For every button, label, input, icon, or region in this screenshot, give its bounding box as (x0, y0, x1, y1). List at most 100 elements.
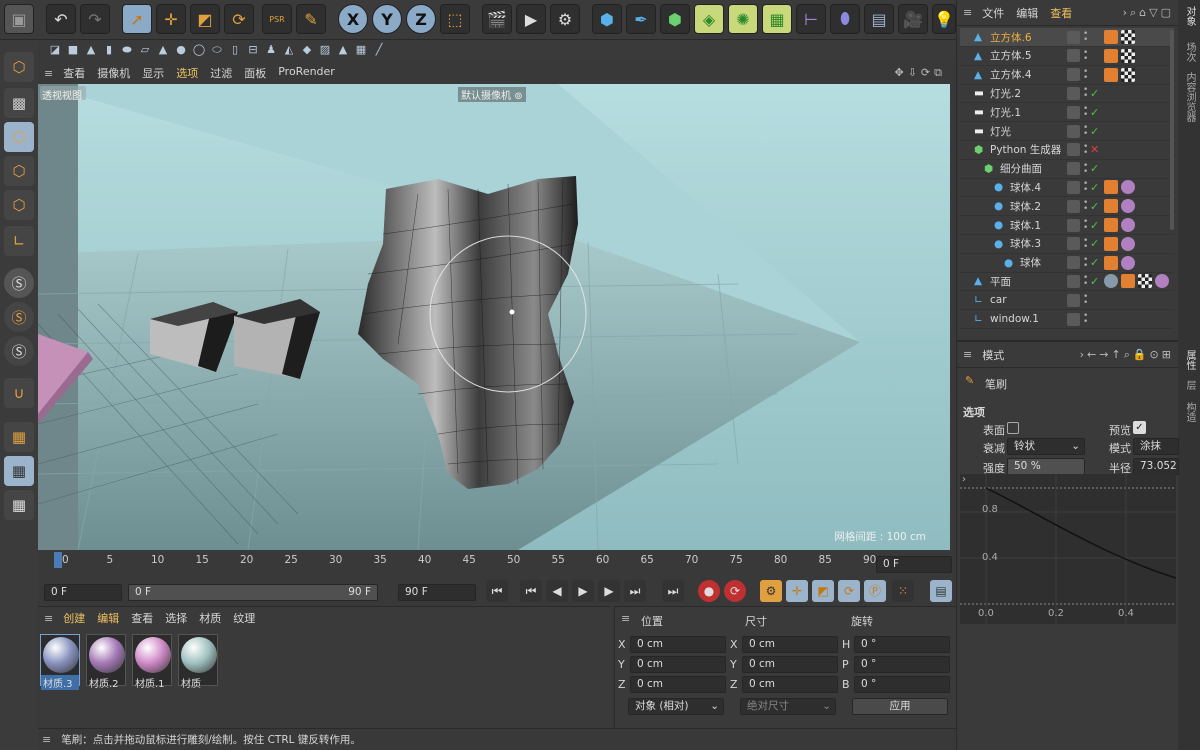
material-menu-toggle-icon[interactable]: ≡ (44, 612, 53, 625)
visibility-dots[interactable]: • • (1083, 30, 1088, 45)
material-menu-item[interactable]: 查看 (131, 610, 153, 626)
visibility-dots[interactable]: • • (1083, 274, 1088, 289)
size-field[interactable]: 0 cm (742, 636, 838, 653)
edges-mode-button[interactable]: ⬡ (4, 190, 34, 220)
bezier-small-icon[interactable]: ▨ (318, 43, 332, 57)
layer-toggle[interactable] (1067, 274, 1080, 288)
camera-button[interactable]: 🎥 (898, 4, 928, 34)
tab-content-browser[interactable]: 内容浏览器 (1182, 72, 1197, 122)
visibility-dots[interactable]: • • (1083, 161, 1088, 176)
position-field[interactable]: 0 cm (630, 636, 726, 653)
object-row[interactable]: ● 球体.3 • • ✓ (960, 235, 1174, 254)
enabled-icon[interactable]: ✓ (1090, 162, 1099, 175)
axis-mode-button[interactable]: ∟ (4, 226, 34, 256)
object-row[interactable]: ∟ window.1 • • (960, 310, 1174, 329)
object-row[interactable]: ● 球体.4 • • ✓ (960, 178, 1174, 198)
enabled-icon[interactable]: ✓ (1090, 237, 1099, 250)
status-menu-icon[interactable]: ≡ (42, 733, 51, 746)
object-row[interactable]: ● 球体 • • ✓ (960, 254, 1174, 273)
material-swatch[interactable]: 材质.3 (40, 634, 80, 690)
capsule-small-icon[interactable]: ⬭ (210, 43, 224, 57)
layer-toggle[interactable] (1067, 256, 1080, 270)
falloff-graph[interactable]: 0.8 0.4 0.0 0.2 0.4 › (960, 474, 1177, 624)
om-tool-icons[interactable]: ›⌕⌂▽▢ (1123, 6, 1174, 20)
z-axis-button[interactable]: Z (406, 4, 436, 34)
plane-small-icon[interactable]: ▱ (138, 43, 152, 57)
current-frame-field[interactable]: 0 F (876, 556, 952, 573)
visibility-dots[interactable]: • • (1083, 236, 1088, 251)
start-frame-field[interactable]: 0 F (44, 584, 122, 601)
object-tag-icon[interactable] (1121, 180, 1135, 195)
coord-mode-select[interactable]: 对象 (相对) ⌄ (628, 698, 724, 715)
visibility-dots[interactable]: • • (1083, 218, 1088, 233)
tube-small-icon[interactable]: ▯ (228, 43, 242, 57)
keyframe-selection-button[interactable]: ⚙ (760, 580, 782, 602)
tab-structure[interactable]: 构造 (1182, 402, 1197, 422)
auto-key-button[interactable]: ⟳ (724, 580, 746, 602)
surface-checkbox[interactable] (1007, 422, 1019, 434)
visibility-dots[interactable]: • • (1083, 67, 1088, 82)
lock-workplane-button[interactable]: ▦ (4, 456, 34, 486)
size-mode-select[interactable]: 绝对尺寸 ⌄ (740, 698, 836, 715)
deformer-button[interactable]: ⊢ (796, 4, 826, 34)
move-tool-button[interactable]: ✛ (156, 4, 186, 34)
subdivision-button[interactable]: ◈ (694, 4, 724, 34)
visibility-dots[interactable]: • • (1083, 312, 1088, 327)
object-tag-icon[interactable] (1155, 274, 1169, 289)
object-tag-icon[interactable] (1121, 274, 1135, 289)
object-row[interactable]: ▬ 灯光.2 • • ✓ (960, 84, 1174, 104)
object-tag-icon[interactable] (1121, 218, 1135, 232)
attr-mode-menu[interactable]: 模式 (982, 347, 1004, 363)
preview-checkbox[interactable]: ✓ (1133, 421, 1146, 434)
object-row[interactable]: ▲ 立方体.5 • • (960, 47, 1174, 66)
y-axis-button[interactable]: Y (372, 4, 402, 34)
oil-tank-small-icon[interactable]: ⊟ (246, 43, 260, 57)
go-start-button[interactable]: ⏮ (486, 580, 508, 602)
object-row[interactable]: ● 球体.1 • • ✓ (960, 216, 1174, 235)
object-tag-icon[interactable] (1121, 199, 1135, 214)
sphere-small-icon[interactable]: ● (174, 43, 188, 57)
cube-object-button[interactable]: ⬢ (592, 4, 622, 34)
enabled-icon[interactable]: ✓ (1090, 87, 1099, 100)
graph-expand-icon[interactable]: › (962, 474, 966, 485)
object-tag-icon[interactable] (1104, 67, 1118, 82)
layer-toggle[interactable] (1067, 68, 1080, 82)
redo-button[interactable]: ↷ (80, 4, 110, 34)
coordinate-system-button[interactable]: ⬚ (440, 4, 470, 34)
layer-toggle[interactable] (1067, 30, 1080, 44)
model-mode-button[interactable]: ⬡ (4, 52, 34, 82)
viewport-menu-item[interactable]: 查看 (63, 65, 85, 81)
object-tag-icon[interactable] (1121, 236, 1135, 251)
object-tag-icon[interactable] (1104, 274, 1118, 289)
viewport-menu-item[interactable]: 过滤 (210, 65, 232, 81)
cube-small-icon[interactable]: ■ (66, 43, 80, 57)
object-tag-icon[interactable] (1104, 30, 1118, 44)
visibility-dots[interactable]: • • (1083, 86, 1088, 101)
enabled-icon[interactable]: ✓ (1090, 219, 1099, 232)
rotate-tool-button[interactable]: ⟳ (224, 4, 254, 34)
layer-toggle[interactable] (1067, 180, 1080, 194)
object-mode-button[interactable]: ⬡ (4, 122, 34, 152)
om-menu-item[interactable]: 查看 (1050, 5, 1072, 21)
disc-small-icon[interactable]: ⬬ (120, 43, 134, 57)
tab-objects[interactable]: 对象 (1182, 6, 1197, 26)
viewport-menu-item[interactable]: 摄像机 (97, 65, 130, 81)
visibility-dots[interactable]: • • (1083, 48, 1088, 63)
enabled-icon[interactable]: ✓ (1090, 106, 1099, 119)
om-menu-item[interactable]: 文件 (982, 5, 1004, 21)
timeline-playhead[interactable] (54, 552, 62, 568)
object-row[interactable]: ▲ 平面 • • ✓ (960, 272, 1174, 292)
next-frame-button[interactable]: ▶ (598, 580, 620, 602)
enabled-icon[interactable]: ✓ (1090, 181, 1099, 194)
grid-button[interactable]: ▦ (4, 490, 34, 520)
tab-attributes[interactable]: 属性 (1182, 350, 1197, 370)
layer-toggle[interactable] (1067, 143, 1080, 157)
object-tag-icon[interactable] (1104, 199, 1118, 214)
enabled-icon[interactable]: ✓ (1090, 125, 1099, 138)
layer-toggle[interactable] (1067, 49, 1080, 63)
apply-button[interactable]: 应用 (852, 698, 948, 715)
layer-toggle[interactable] (1067, 86, 1080, 100)
prev-key-button[interactable]: ⏮ (520, 580, 542, 602)
layer-toggle[interactable] (1067, 105, 1080, 119)
material-menu-item[interactable]: 创建 (63, 610, 85, 626)
